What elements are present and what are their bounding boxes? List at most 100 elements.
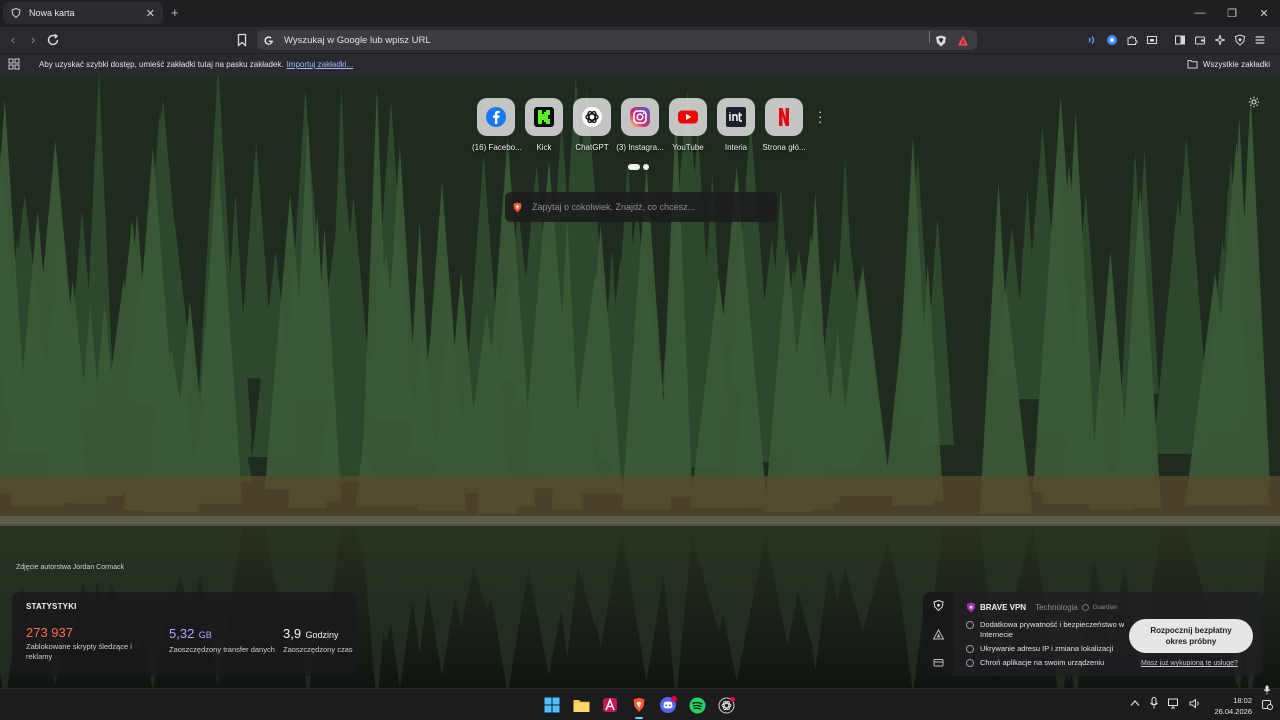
top-site-chatgpt[interactable]: ChatGPT xyxy=(568,98,616,152)
title-bar: Nowa karta ✕ + — ❐ ✕ xyxy=(0,0,1280,26)
vpn-already-purchased-link[interactable]: Masz już wykupioną tę usługę? xyxy=(1141,660,1238,667)
clock[interactable]: 18:02 26.04.2026 xyxy=(1210,695,1252,717)
cards-tab-icon[interactable] xyxy=(933,657,944,668)
top-site-kick[interactable]: Kick xyxy=(520,98,568,152)
vpn-technology: Technologia xyxy=(1035,603,1078,612)
tab-title: Nowa karta xyxy=(29,8,75,18)
trackers-desc: Zablokowane skrypty śledzące i reklamy xyxy=(26,642,132,661)
spotify-icon xyxy=(689,697,705,713)
notification-bell-icon[interactable] xyxy=(1262,699,1273,710)
top-site-interia[interactable]: Interia xyxy=(712,98,760,152)
guardian-logo-icon xyxy=(1081,604,1089,611)
bandwidth-desc: Zaoszczędzony transfer danych xyxy=(169,645,275,654)
settings-gear-icon[interactable] xyxy=(1248,96,1260,108)
menu-icon[interactable] xyxy=(1253,33,1267,47)
top-site-label: Interia xyxy=(724,143,748,152)
netflix-icon xyxy=(779,108,789,126)
close-window-button[interactable]: ✕ xyxy=(1248,7,1280,20)
check-icon xyxy=(966,645,974,653)
address-placeholder: Wyszukaj w Google lub wpisz URL xyxy=(284,34,431,46)
top-site-netflix[interactable]: Strona głó... xyxy=(760,98,808,152)
network-icon[interactable] xyxy=(1168,698,1180,709)
search-input[interactable] xyxy=(532,202,762,212)
widget-switcher xyxy=(923,592,953,676)
chatgpt-tile xyxy=(573,98,611,136)
facebook-tile xyxy=(477,98,515,136)
vpn-feature: Dodatkowa prywatność i bezpieczeństwo w … xyxy=(966,620,1126,640)
tab-new-tab[interactable]: Nowa karta ✕ xyxy=(3,2,163,24)
sidebar-icon[interactable] xyxy=(1173,33,1187,47)
rewards-tab-icon[interactable] xyxy=(933,629,944,640)
photo-credit[interactable]: Zdjęcie autorstwa Jordan Cormack xyxy=(16,564,124,571)
address-divider xyxy=(929,31,930,43)
maximize-button[interactable]: ❐ xyxy=(1216,7,1248,20)
vpn-shield-icon[interactable] xyxy=(1233,33,1247,47)
all-bookmarks-button[interactable]: Wszystkie zakładki xyxy=(1187,59,1270,69)
volume-icon[interactable] xyxy=(1189,697,1201,709)
vpn-trial-button[interactable]: Rozpocznij bezpłatny okres próbny xyxy=(1129,619,1253,653)
brave-shields-icon[interactable] xyxy=(935,35,947,47)
pager-dot-active[interactable] xyxy=(628,164,640,170)
bookmarks-message: Aby uzyskać szybki dostęp, umieść zakład… xyxy=(39,60,354,69)
address-bar[interactable]: Wyszukaj w Google lub wpisz URL xyxy=(257,30,977,50)
file-explorer-icon xyxy=(573,699,589,712)
chevron-up-icon[interactable] xyxy=(1130,699,1140,707)
extension-blue-icon[interactable] xyxy=(1105,33,1119,47)
vpn-title: BRAVE VPN xyxy=(980,603,1027,612)
reload-icon[interactable] xyxy=(45,32,61,48)
top-sites-more-icon[interactable]: · · · xyxy=(818,105,822,128)
taskbar-file-explorer[interactable] xyxy=(569,693,593,717)
brave-rewards-icon[interactable] xyxy=(957,35,969,47)
stats-widget: STATYSTYKI 273 937 Zablokowane skrypty ś… xyxy=(12,592,356,676)
audio-playing-icon[interactable] xyxy=(1085,33,1099,47)
taskbar-app-red[interactable] xyxy=(598,693,622,717)
system-tray xyxy=(1130,697,1201,709)
top-site-youtube[interactable]: YouTube xyxy=(664,98,712,152)
start-button[interactable] xyxy=(540,693,564,717)
brave-search-box[interactable] xyxy=(505,192,777,222)
back-button[interactable]: ‹ xyxy=(5,32,21,48)
interia-icon xyxy=(726,107,746,127)
mic-active-icon[interactable] xyxy=(1263,685,1271,695)
facebook-icon xyxy=(486,107,506,127)
minimize-button[interactable]: — xyxy=(1184,7,1216,19)
screenshot-icon[interactable] xyxy=(1145,33,1159,47)
wallet-icon[interactable] xyxy=(1193,33,1207,47)
new-tab-button[interactable]: + xyxy=(171,5,179,20)
discord-icon xyxy=(660,696,677,713)
vpn-logo-icon xyxy=(966,602,976,613)
youtube-icon xyxy=(678,110,698,124)
taskbar-app-generic[interactable] xyxy=(714,693,738,717)
brave-lion-icon xyxy=(513,202,522,212)
top-site-instagram[interactable]: (3) Instagra... xyxy=(616,98,664,152)
microphone-icon[interactable] xyxy=(1149,697,1159,709)
taskbar-brave[interactable] xyxy=(627,693,651,719)
bandwidth-value: 5,32 xyxy=(169,626,195,641)
all-bookmarks-label: Wszystkie zakładki xyxy=(1202,59,1270,69)
instagram-tile xyxy=(621,98,659,136)
apps-grid-icon[interactable] xyxy=(8,58,20,70)
extensions-puzzle-icon[interactable] xyxy=(1125,33,1139,47)
top-site-label: (16) Facebo... xyxy=(472,143,522,152)
chatgpt-icon xyxy=(582,107,602,127)
netflix-tile xyxy=(765,98,803,136)
bookmarks-bar: Aby uzyskać szybki dostęp, umieść zakład… xyxy=(0,54,1280,76)
pager-dot[interactable] xyxy=(643,164,649,170)
import-bookmarks-link[interactable]: Importuj zakładki... xyxy=(287,60,354,69)
forward-button[interactable]: › xyxy=(25,32,41,48)
bandwidth-unit: GB xyxy=(198,630,212,640)
leo-ai-icon[interactable] xyxy=(1213,33,1227,47)
red-app-icon xyxy=(603,697,617,712)
taskbar-discord[interactable] xyxy=(656,693,680,717)
tab-close-icon[interactable]: ✕ xyxy=(146,7,155,20)
bookmark-icon[interactable] xyxy=(234,32,250,48)
clock-date: 26.04.2026 xyxy=(1214,707,1252,716)
clock-time: 18:02 xyxy=(1233,696,1252,705)
taskbar-spotify[interactable] xyxy=(685,693,709,717)
vpn-tab-shield-icon[interactable] xyxy=(933,600,944,611)
top-site-facebook[interactable]: (16) Facebo... xyxy=(472,98,522,152)
youtube-tile xyxy=(669,98,707,136)
top-sites: (16) Facebo... Kick ChatGPT (3) Instagra… xyxy=(472,98,808,152)
interia-tile xyxy=(717,98,755,136)
new-tab-background: (16) Facebo... Kick ChatGPT (3) Instagra… xyxy=(0,76,1280,688)
